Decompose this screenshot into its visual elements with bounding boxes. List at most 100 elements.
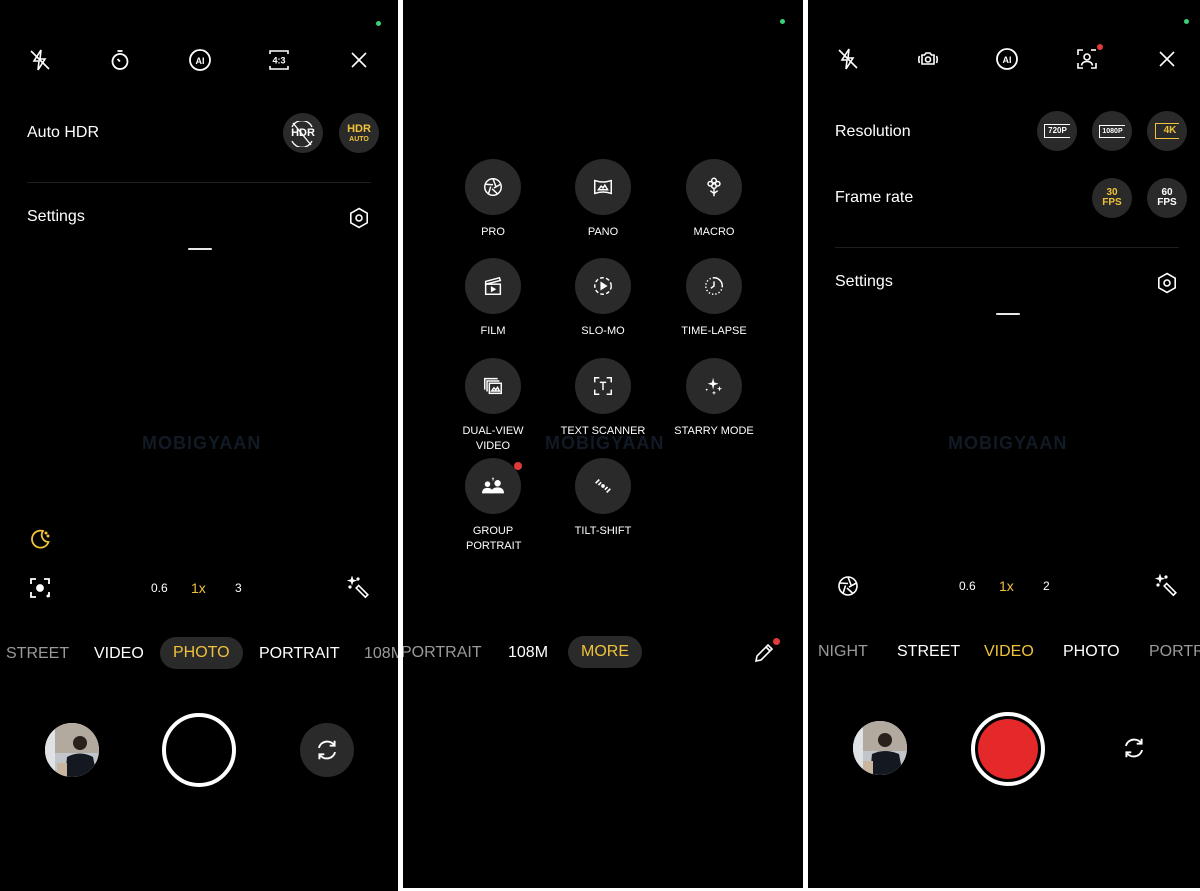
record-indicator xyxy=(978,719,1038,779)
settings-label[interactable]: Settings xyxy=(835,273,893,291)
hdr-off-icon: HDR xyxy=(291,120,315,147)
timer-icon[interactable] xyxy=(106,46,134,74)
tilt-shift-icon xyxy=(595,478,611,494)
beauty-wand-icon[interactable] xyxy=(1153,572,1181,600)
hdr-auto-button[interactable]: HDR AUTO xyxy=(339,113,379,153)
mode-photo[interactable]: PHOTO xyxy=(1063,643,1120,661)
mode-night[interactable]: NIGHT xyxy=(818,643,868,661)
mode-pano-button[interactable] xyxy=(575,159,631,215)
mode-pro[interactable]: PRO xyxy=(438,159,548,240)
edit-modes-button[interactable] xyxy=(750,638,780,667)
close-icon[interactable] xyxy=(1153,45,1181,73)
mode-text-scanner-button[interactable] xyxy=(575,358,631,414)
gallery-thumbnail[interactable] xyxy=(45,723,99,777)
fps-60-button[interactable]: 60 FPS xyxy=(1147,178,1187,218)
mode-video[interactable]: VIDEO xyxy=(984,643,1034,661)
focus-lock-icon[interactable] xyxy=(26,574,54,602)
settings-label[interactable]: Settings xyxy=(27,208,85,226)
ai-icon[interactable]: AI xyxy=(186,46,214,74)
zoom-level[interactable]: 3 xyxy=(235,581,242,595)
resolution-label: Resolution xyxy=(835,123,911,140)
gallery-thumbnail[interactable] xyxy=(853,721,907,775)
mode-film[interactable]: FILM xyxy=(438,258,548,339)
slow-motion-icon xyxy=(594,277,612,295)
text-scanner-icon xyxy=(594,377,612,395)
drag-handle[interactable] xyxy=(996,313,1020,315)
svg-text:4:3: 4:3 xyxy=(272,56,285,66)
mode-slo-mo[interactable]: SLO-MO xyxy=(548,258,658,339)
settings-icon[interactable] xyxy=(345,204,373,232)
mode-pro-button[interactable] xyxy=(465,159,521,215)
settings-icon[interactable] xyxy=(1153,269,1181,297)
mode-starry-button[interactable] xyxy=(686,358,742,414)
record-button[interactable] xyxy=(971,712,1045,786)
mode-video[interactable]: VIDEO xyxy=(94,645,144,663)
zoom-level-active[interactable]: 1x xyxy=(191,580,206,596)
resolution-1080p-button[interactable]: 1080P xyxy=(1092,111,1132,151)
beauty-wand-icon[interactable] xyxy=(345,574,373,602)
pencil-icon xyxy=(754,643,774,663)
resolution-720p-text: 720P xyxy=(1044,124,1070,138)
frame-rate-label: Frame rate xyxy=(835,189,914,206)
mode-pano[interactable]: PANO xyxy=(548,159,658,240)
resolution-4k-button[interactable]: 4K xyxy=(1147,111,1187,151)
close-icon[interactable] xyxy=(345,46,373,74)
ai-icon[interactable]: AI xyxy=(993,45,1021,73)
mode-portrait[interactable]: PORTRAIT xyxy=(403,644,482,662)
mode-label: STARRY MODE xyxy=(674,425,754,437)
switch-camera-button[interactable] xyxy=(300,723,354,777)
shutter-button[interactable] xyxy=(162,713,236,787)
aperture-icon[interactable] xyxy=(834,572,862,600)
watermark: MOBIGYAAN xyxy=(142,433,262,453)
more-modes-screen: PRO PANO MACRO FILM SLO-MO TIME-LAPSE DU… xyxy=(403,0,803,888)
zoom-level[interactable]: 0.6 xyxy=(959,579,976,593)
resolution-4k-text: 4K xyxy=(1154,123,1180,139)
mode-label: SLO-MO xyxy=(581,325,625,337)
camera-active-indicator xyxy=(780,19,785,24)
switch-camera-button[interactable] xyxy=(1107,721,1161,775)
mode-film-button[interactable] xyxy=(465,258,521,314)
resolution-720p-button[interactable]: 720P xyxy=(1037,111,1077,151)
photo-screen: AI 4:3 Auto HDR HDR HDR AUTO Settings MO… xyxy=(0,0,398,891)
hdr-off-button[interactable]: HDR xyxy=(283,113,323,153)
mode-time-lapse-button[interactable] xyxy=(686,258,742,314)
mode-group-portrait-button[interactable] xyxy=(465,458,522,514)
mode-starry[interactable]: STARRY MODE xyxy=(659,358,769,439)
mode-street[interactable]: STREET xyxy=(897,643,960,661)
mode-text-scanner[interactable]: TEXT SCANNER xyxy=(548,358,658,439)
zoom-level[interactable]: 2 xyxy=(1043,579,1050,593)
mode-108m[interactable]: 108M xyxy=(508,644,548,662)
zoom-level[interactable]: 0.6 xyxy=(151,581,168,595)
mode-portrait[interactable]: PORTRAIT xyxy=(1149,643,1200,661)
mode-photo[interactable]: PHOTO xyxy=(160,637,243,669)
mode-slo-mo-button[interactable] xyxy=(575,258,631,314)
drag-handle[interactable] xyxy=(188,248,212,250)
mode-more[interactable]: MORE xyxy=(568,636,642,668)
mode-time-lapse[interactable]: TIME-LAPSE xyxy=(659,258,769,339)
aspect-ratio-icon[interactable]: 4:3 xyxy=(265,46,293,74)
portrait-focus-icon[interactable] xyxy=(1073,44,1103,73)
night-mode-icon[interactable] xyxy=(26,525,54,553)
flash-off-icon[interactable] xyxy=(834,45,862,73)
stabilization-icon[interactable] xyxy=(914,45,942,73)
zoom-level-active[interactable]: 1x xyxy=(999,578,1014,594)
mode-label: MACRO xyxy=(693,226,735,238)
group-icon xyxy=(482,477,504,494)
mode-dual-view-button[interactable] xyxy=(465,358,521,414)
mode-108m[interactable]: 108M xyxy=(364,645,398,663)
fps-30-button[interactable]: 30 FPS xyxy=(1092,178,1132,218)
mode-street[interactable]: STREET xyxy=(6,645,69,663)
svg-text:AI: AI xyxy=(196,56,205,66)
mode-tilt-shift[interactable]: TILT-SHIFT xyxy=(548,458,658,539)
mode-macro-button[interactable] xyxy=(686,159,742,215)
aperture-icon xyxy=(484,178,502,196)
mode-dual-view-video[interactable]: DUAL-VIEW VIDEO xyxy=(438,358,548,454)
camera-active-indicator xyxy=(1184,19,1189,24)
mode-tilt-shift-button[interactable] xyxy=(575,458,631,514)
video-screen: AI Resolution 720P 1080P 4K Frame rate 3… xyxy=(808,0,1200,888)
divider xyxy=(835,247,1179,248)
mode-portrait[interactable]: PORTRAIT xyxy=(259,645,340,663)
mode-macro[interactable]: MACRO xyxy=(659,159,769,240)
flash-off-icon[interactable] xyxy=(26,46,54,74)
mode-group-portrait[interactable]: GROUP PORTRAIT xyxy=(438,458,548,554)
